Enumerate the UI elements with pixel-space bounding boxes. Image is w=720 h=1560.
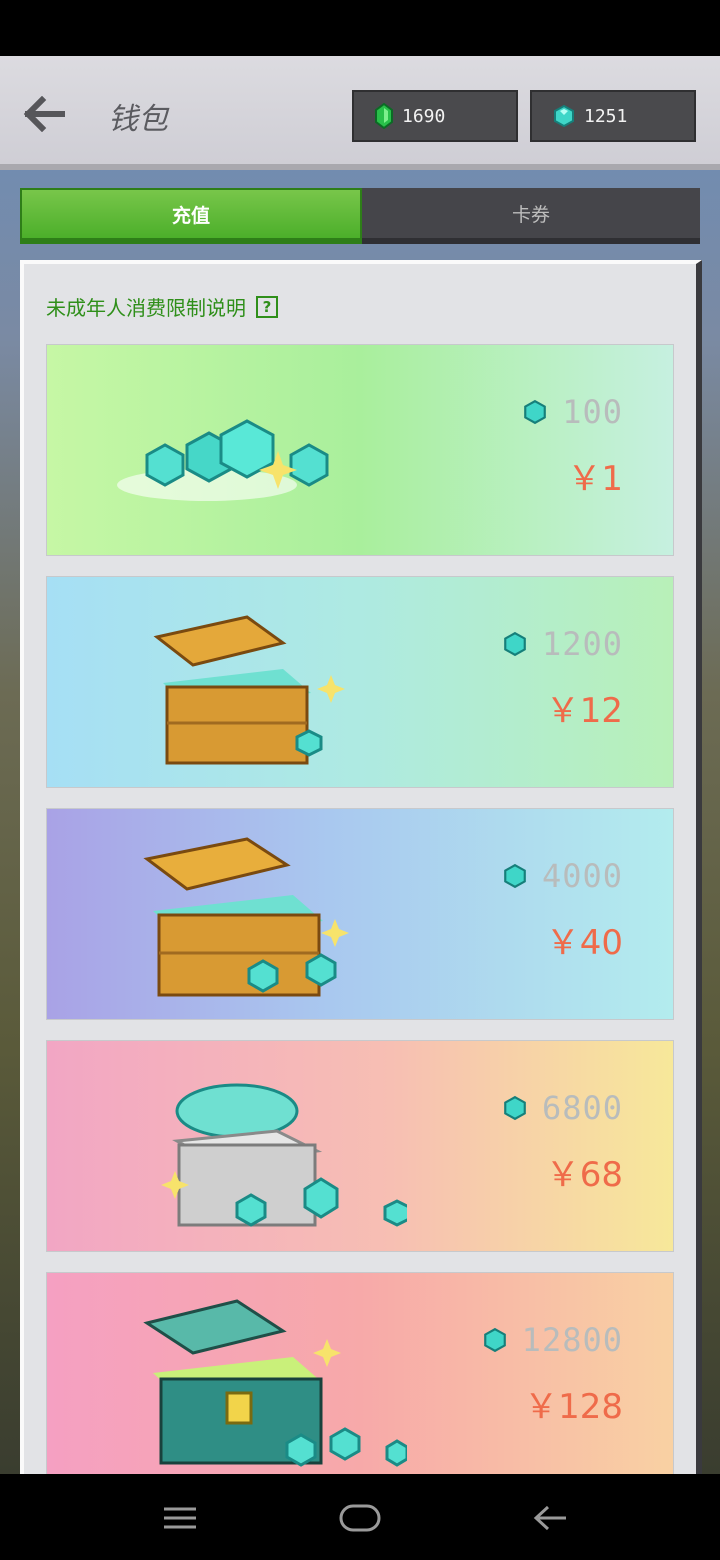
notice-text: 未成年人消费限制说明: [46, 296, 246, 320]
page-title: 钱包: [108, 102, 168, 137]
pack-amount-value: 1200: [541, 625, 623, 663]
pack-amount-value: 6800: [541, 1089, 623, 1127]
header: 钱包 1690 1251: [0, 56, 720, 170]
wallet-screen: 钱包 1690 1251 充值 卡券 未成年人消费限制说明 ? 100 ￥1 1…: [0, 56, 720, 1474]
diamond-balance[interactable]: 1251: [530, 90, 696, 142]
emerald-icon: [375, 103, 393, 129]
stone-cart-icon: [161, 1083, 407, 1227]
pack-amount-value: 12800: [521, 1321, 623, 1359]
small-chest-icon: [153, 615, 345, 765]
back-icon: [533, 1505, 566, 1531]
pack-amount: 12800: [482, 1321, 623, 1359]
pack-price: ￥1: [567, 459, 623, 499]
medium-chest-icon: [143, 837, 349, 997]
pack-price: ￥128: [524, 1387, 623, 1427]
menu-icon: [164, 1507, 196, 1529]
pack-100[interactable]: 100 ￥1: [46, 344, 674, 556]
pack-price: ￥68: [545, 1155, 623, 1195]
pack-amount: 100: [522, 393, 623, 431]
tab-bar: 充值 卡券: [20, 188, 700, 244]
tab-coupons[interactable]: 卡券: [362, 188, 700, 244]
pack-12800[interactable]: 12800 ￥128: [46, 1272, 674, 1474]
diamonds-pile-icon: [117, 419, 329, 501]
help-icon[interactable]: ?: [256, 295, 278, 318]
diamond-icon: [483, 1327, 506, 1353]
diamond-icon: [504, 863, 526, 889]
pack-amount: 6800: [502, 1089, 623, 1127]
system-nav-bar: [0, 1474, 720, 1560]
menu-button[interactable]: [150, 1496, 210, 1540]
pack-amount: 4000: [502, 857, 623, 895]
pack-amount-value: 4000: [541, 857, 623, 895]
nav-back-button[interactable]: [520, 1496, 580, 1540]
emerald-count: 1690: [402, 105, 446, 127]
diamond-chest-icon: [143, 1299, 407, 1467]
diamond-icon: [524, 399, 547, 425]
pack-amount-value: 100: [562, 393, 623, 431]
pack-price: ￥40: [545, 923, 623, 963]
diamond-count: 1251: [584, 105, 628, 127]
pack-4000[interactable]: 4000 ￥40: [46, 808, 674, 1020]
emerald-balance[interactable]: 1690: [352, 90, 518, 142]
pack-price: ￥12: [545, 691, 623, 731]
back-arrow-icon: [23, 96, 65, 132]
diamond-icon: [554, 104, 574, 128]
diamond-icon: [504, 631, 526, 657]
pack-1200[interactable]: 1200 ￥12: [46, 576, 674, 788]
pack-6800[interactable]: 6800 ￥68: [46, 1040, 674, 1252]
minor-limit-notice[interactable]: 未成年人消费限制说明 ?: [46, 292, 278, 321]
home-icon: [339, 1504, 381, 1532]
recharge-panel: 未成年人消费限制说明 ? 100 ￥1 1200 ￥12 4000 ￥40 68…: [20, 260, 702, 1474]
diamond-icon: [504, 1095, 526, 1121]
back-button[interactable]: [20, 94, 68, 134]
home-button[interactable]: [330, 1496, 390, 1540]
status-bar: [0, 0, 720, 56]
tab-recharge[interactable]: 充值: [20, 188, 362, 244]
pack-amount: 1200: [502, 625, 623, 663]
